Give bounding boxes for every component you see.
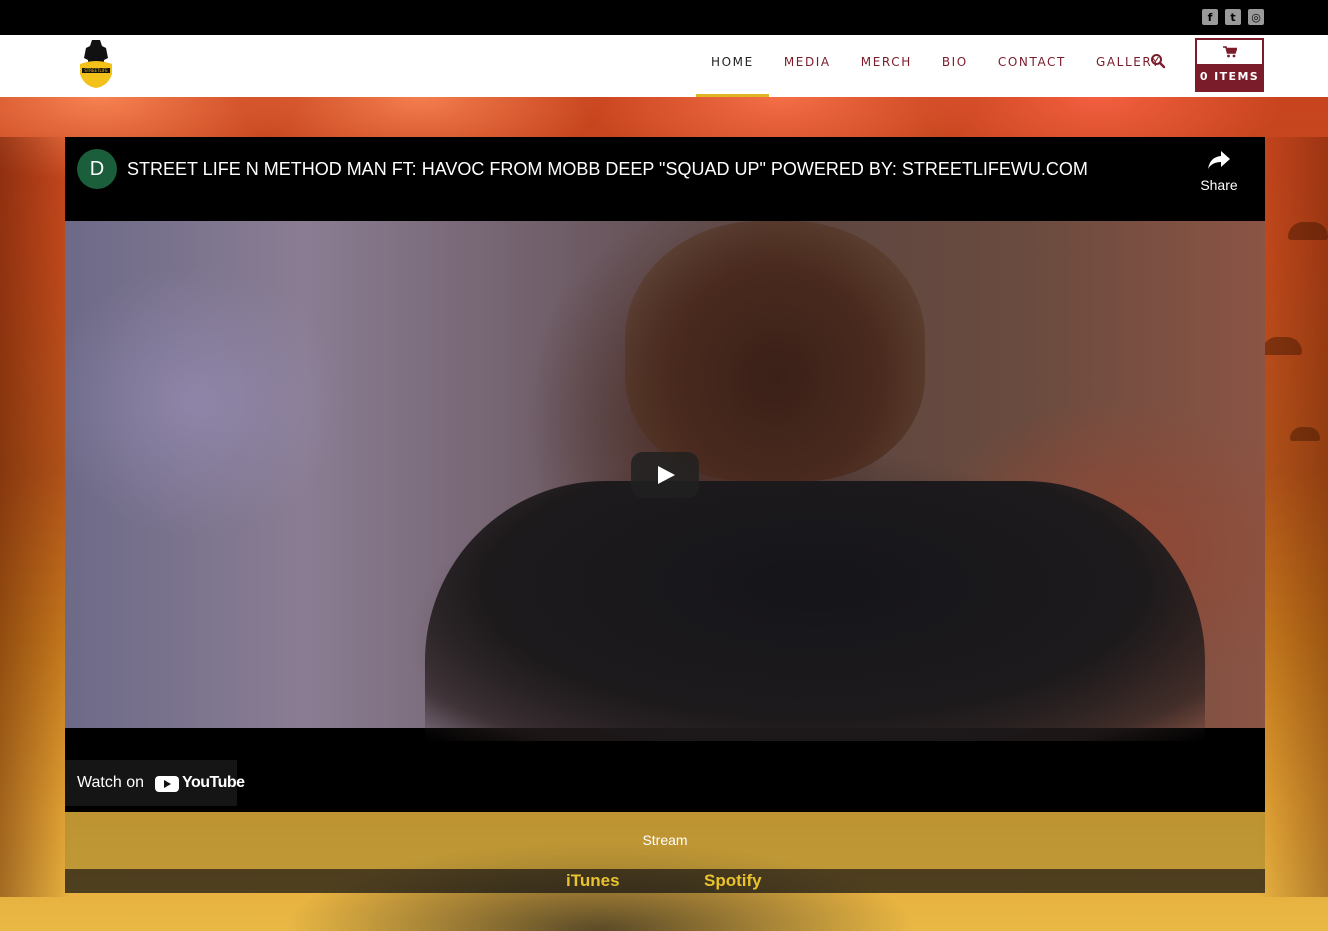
watch-on-youtube-button[interactable]: Watch on YouTube (65, 760, 245, 806)
nav-bio[interactable]: BIO (927, 35, 983, 97)
spotify-link[interactable]: Spotify (704, 871, 762, 891)
video-thumbnail-subject (625, 221, 925, 481)
play-button[interactable] (631, 452, 699, 498)
youtube-wordmark: YouTube (182, 774, 245, 791)
youtube-embed[interactable]: D STREET LIFE N METHOD MAN FT: HAVOC FRO… (65, 137, 1265, 812)
site-logo[interactable]: STREETLIFE (78, 38, 114, 90)
stream-section: Stream (65, 812, 1265, 869)
top-bar: f t ◎ (0, 0, 1328, 35)
stream-title: Stream (642, 832, 688, 848)
share-button[interactable]: Share (1193, 149, 1245, 193)
cart-icon (1223, 46, 1237, 58)
nav-home[interactable]: HOME (696, 35, 769, 97)
parachute-art (1290, 427, 1320, 441)
social-links: f t ◎ (1202, 9, 1264, 25)
nav-merch[interactable]: MERCH (846, 35, 927, 97)
background-art (1258, 137, 1328, 897)
background-art (0, 137, 70, 897)
share-label: Share (1200, 177, 1238, 193)
cart-count: 0 ITEMS (1197, 64, 1262, 90)
facebook-icon[interactable]: f (1202, 9, 1218, 25)
youtube-icon (155, 776, 179, 792)
svg-text:STREETLIFE: STREETLIFE (84, 68, 108, 73)
twitter-icon[interactable]: t (1225, 9, 1241, 25)
nav-contact[interactable]: CONTACT (983, 35, 1081, 97)
play-icon (658, 466, 675, 484)
main-nav: HOME MEDIA MERCH BIO CONTACT GALLERY (696, 35, 1176, 97)
instagram-icon[interactable]: ◎ (1248, 9, 1264, 25)
channel-avatar[interactable]: D (77, 149, 117, 189)
search-icon[interactable] (1150, 53, 1166, 69)
stream-links: iTunes Spotify (65, 869, 1265, 893)
nav-media[interactable]: MEDIA (769, 35, 846, 97)
parachute-art (1262, 337, 1302, 355)
video-title[interactable]: STREET LIFE N METHOD MAN FT: HAVOC FROM … (127, 159, 1088, 180)
video-thumbnail-subject (425, 481, 1205, 741)
watch-on-label: Watch on (77, 774, 144, 791)
itunes-link[interactable]: iTunes (566, 871, 620, 891)
share-icon (1208, 151, 1230, 169)
cart-button[interactable]: 0 ITEMS (1195, 38, 1264, 92)
site-header: STREETLIFE HOME MEDIA MERCH BIO CONTACT … (0, 35, 1328, 97)
parachute-art (1288, 222, 1328, 240)
